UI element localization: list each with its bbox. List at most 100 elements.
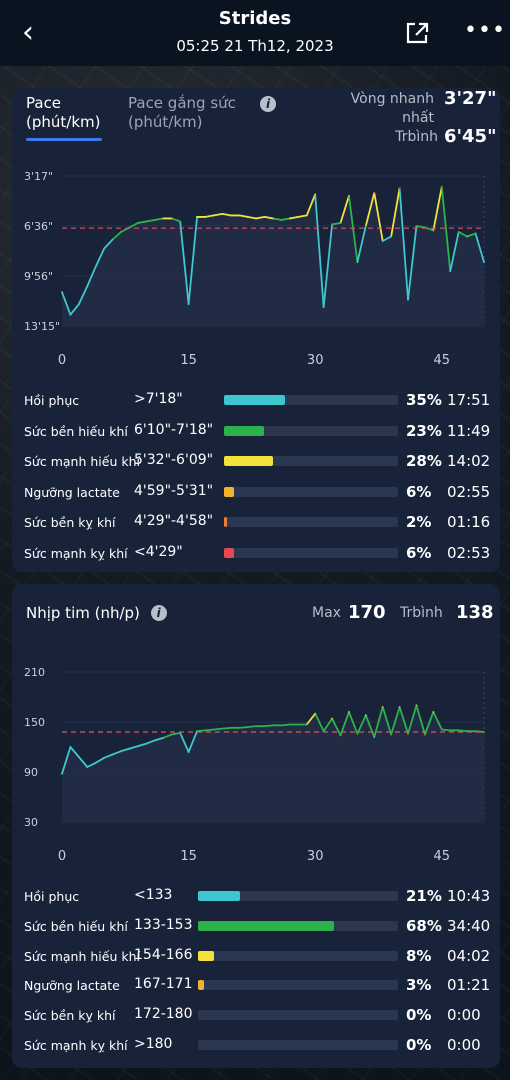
hr-data-point	[289, 723, 291, 726]
zone-range: 4'59"-5'31"	[134, 482, 214, 499]
zone-time: 04:02	[447, 946, 491, 965]
pace-data-point	[297, 216, 300, 218]
pace-data-point	[111, 238, 114, 241]
pace-data-point	[474, 232, 477, 235]
zone-name: Sức mạnh hiếu khí	[24, 948, 140, 964]
zone-percent: 2%	[406, 513, 432, 531]
pace-data-point	[69, 313, 72, 316]
hr-data-point	[348, 711, 350, 713]
hr-line-segment	[280, 723, 291, 727]
zone-bar-fill	[224, 547, 235, 558]
pace-data-point	[466, 235, 468, 238]
share-icon[interactable]	[404, 20, 430, 46]
info-icon[interactable]: i	[150, 605, 167, 621]
tab-effort-pace[interactable]: Pace gắng sức (phút/km) i	[128, 94, 276, 132]
pace-y-tick-label: 13'15"	[24, 320, 60, 333]
hr-data-point	[263, 725, 266, 727]
zone-bar-track	[224, 395, 398, 405]
tab-pace-label: Pace (phút/km)	[26, 94, 101, 131]
hr-data-point	[305, 723, 308, 726]
pace-data-point	[61, 291, 63, 293]
hr-title-text: Nhịp tim (nh/p)	[26, 604, 140, 622]
zone-percent: 8%	[406, 946, 432, 965]
zone-range: <133	[134, 887, 173, 903]
pace-data-point	[145, 220, 148, 223]
tab-pace-underline	[26, 138, 102, 141]
hr-data-point	[398, 706, 401, 708]
hr-data-point	[204, 729, 207, 732]
hr-avg-label: Trbình	[400, 605, 443, 621]
info-icon[interactable]: i	[260, 96, 276, 112]
zone-bar-fill	[224, 456, 273, 466]
zone-name: Sức bền hiếu khí	[24, 918, 128, 934]
zone-name: Sức bền kỵ khí	[24, 515, 116, 530]
hr-data-point	[415, 704, 418, 707]
hr-data-point	[128, 747, 131, 750]
pace-x-tick-label: 30	[307, 353, 324, 368]
hr-line-segment	[196, 729, 207, 733]
activity-datetime: 05:25 21 Th12, 2023	[176, 37, 334, 55]
zone-bar-track	[198, 1010, 398, 1021]
hr-data-point	[111, 753, 114, 756]
pace-data-point	[154, 219, 156, 221]
pace-data-point	[381, 240, 384, 242]
zone-percent: 28%	[406, 452, 442, 470]
zone-range: 5'32"-6'09"	[134, 452, 214, 468]
pace-data-point	[213, 214, 215, 217]
zone-percent: 68%	[406, 916, 442, 935]
pace-data-point	[390, 235, 392, 238]
pace-data-point	[356, 261, 359, 263]
pace-data-point	[187, 303, 190, 305]
zone-bar-track	[198, 920, 398, 931]
hr-y-tick-label: 150	[24, 716, 45, 729]
hr-data-point	[69, 746, 72, 748]
zone-range: >180	[134, 1036, 173, 1052]
hr-data-point	[373, 736, 376, 738]
page-title: Strides	[218, 8, 292, 29]
zone-name: Ngưỡng lactate	[24, 978, 120, 994]
pace-data-point	[78, 303, 80, 305]
zone-percent: 6%	[406, 543, 432, 562]
pace-data-point	[441, 186, 443, 188]
hr-data-point	[170, 733, 173, 736]
tab-pace[interactable]: Pace (phút/km)	[26, 94, 112, 132]
more-options-icon[interactable]: •••	[464, 18, 506, 43]
pace-data-point	[348, 195, 350, 197]
zone-range: >7'18"	[134, 391, 183, 407]
zone-range: 172-180	[134, 1006, 193, 1023]
pace-data-point	[407, 298, 409, 301]
heart-rate-card: Nhịp tim (nh/p) i Max 170 Trbình 138 210…	[12, 584, 500, 1068]
hr-data-point	[238, 727, 241, 729]
pace-data-point	[94, 265, 97, 268]
pace-data-point	[339, 222, 342, 224]
hr-chart: 210 150 90 30 0 15 30 45	[24, 666, 485, 864]
pace-data-point	[230, 214, 232, 217]
zone-row: Sức mạnh kỵ khí >180 0% 0:00	[12, 1031, 500, 1061]
hr-data-point	[356, 732, 359, 735]
zone-range: 154-166	[134, 946, 193, 963]
pace-y-tick-label: 3'17"	[24, 170, 53, 183]
zone-bar-track	[224, 425, 398, 436]
zone-percent: 6%	[406, 482, 432, 501]
pace-data-point	[196, 216, 198, 218]
hr-data-point	[314, 712, 317, 715]
hr-data-point	[221, 727, 224, 730]
zone-time: 0:00	[447, 1036, 481, 1054]
hr-data-point	[280, 724, 283, 727]
zone-name: Sức mạnh kỵ khí	[24, 1038, 128, 1053]
hr-data-point	[246, 726, 249, 728]
pace-data-point	[255, 217, 257, 220]
top-bar: ‹ Strides 05:25 21 Th12, 2023 •••	[0, 0, 510, 66]
zone-percent: 21%	[406, 887, 442, 905]
hr-y-tick-label: 30	[24, 816, 38, 829]
pace-data-point	[162, 217, 165, 220]
hr-data-point	[86, 766, 89, 768]
pace-data-point	[263, 216, 266, 218]
pace-data-point	[86, 285, 89, 287]
zone-range: 133-153	[134, 916, 193, 933]
hr-y-tick-label: 210	[24, 666, 45, 679]
hr-y-tick-label: 90	[24, 766, 38, 779]
pace-data-point	[483, 261, 485, 263]
zone-time: 01:16	[447, 513, 491, 531]
pace-card: Pace (phút/km) Pace gắng sức (phút/km) i…	[12, 88, 500, 572]
